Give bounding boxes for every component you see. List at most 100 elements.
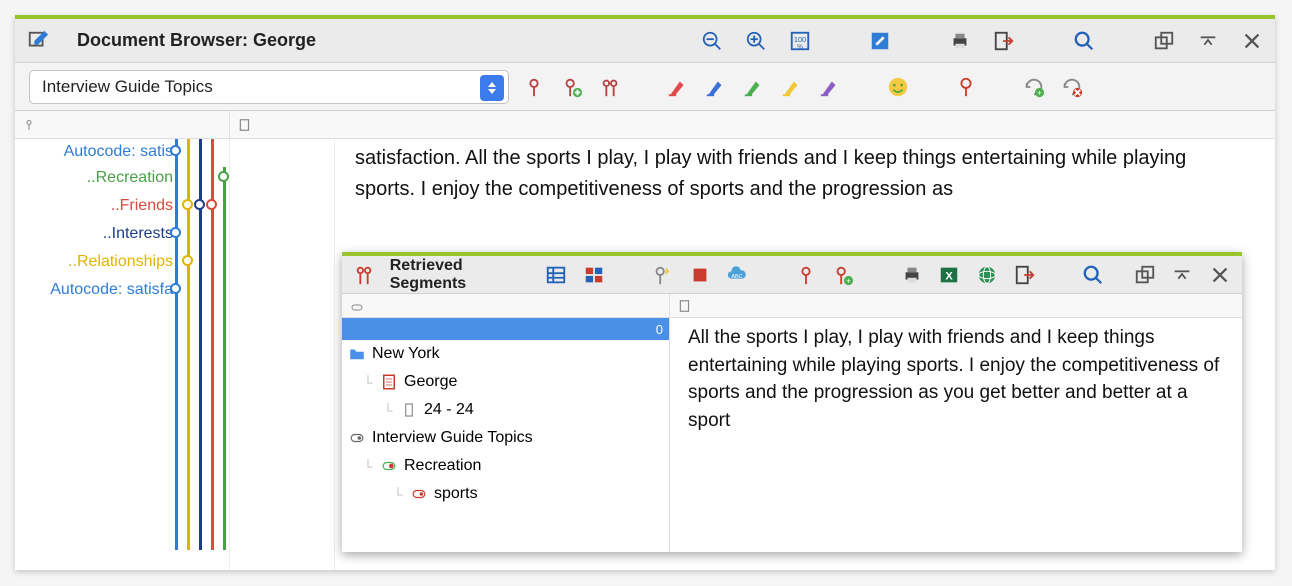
code-strip: Autocode: satis ..Recreation ..Friends .… bbox=[15, 139, 230, 570]
segments-column-header bbox=[342, 294, 1242, 318]
code-node[interactable] bbox=[206, 199, 217, 210]
pin-icon[interactable] bbox=[953, 74, 979, 100]
tree-range-label: 24 - 24 bbox=[424, 401, 474, 419]
selected-row-indicator[interactable]: 0 bbox=[342, 318, 669, 340]
window-title: Retrieved Segments bbox=[390, 257, 530, 293]
tree-branch-icon: └ bbox=[392, 487, 404, 502]
print-icon[interactable] bbox=[900, 262, 924, 288]
code-column-header[interactable] bbox=[15, 111, 230, 138]
tree-row-document[interactable]: └ George bbox=[342, 368, 669, 396]
close-icon[interactable] bbox=[1208, 262, 1232, 288]
svg-text:ABC: ABC bbox=[732, 273, 743, 279]
edit-icon[interactable] bbox=[25, 28, 51, 54]
segments-body: 0 New York └ George └ 24 - 2 bbox=[342, 318, 1242, 552]
print-icon[interactable] bbox=[947, 28, 973, 54]
code-node[interactable] bbox=[182, 255, 193, 266]
refresh-add-icon[interactable]: + bbox=[1021, 74, 1047, 100]
tree-branch-icon: └ bbox=[362, 459, 374, 474]
topic-select[interactable]: Interview Guide Topics bbox=[29, 70, 509, 104]
highlighter-green-icon[interactable] bbox=[741, 74, 767, 100]
folder-icon bbox=[348, 345, 366, 363]
maximize-icon[interactable] bbox=[1170, 262, 1194, 288]
refresh-remove-icon[interactable] bbox=[1059, 74, 1085, 100]
undock-icon[interactable] bbox=[1151, 28, 1177, 54]
tree-topic-label: Interview Guide Topics bbox=[372, 429, 533, 447]
tree-branch-icon: └ bbox=[382, 403, 394, 418]
tree-code-label: Recreation bbox=[404, 457, 481, 475]
code-label[interactable]: ..Recreation bbox=[87, 169, 173, 187]
tree-subcode-label: sports bbox=[434, 485, 478, 503]
export-icon[interactable] bbox=[1013, 262, 1037, 288]
document-browser-titlebar: Document Browser: George 100% bbox=[15, 19, 1275, 63]
code-node[interactable] bbox=[182, 199, 193, 210]
document-icon bbox=[380, 373, 398, 391]
tree-row-code[interactable]: └ Recreation bbox=[342, 452, 669, 480]
svg-text:+: + bbox=[846, 276, 851, 285]
text-column-header[interactable] bbox=[670, 294, 1242, 317]
highlighter-red-icon[interactable] bbox=[665, 74, 691, 100]
highlighter-yellow-icon[interactable] bbox=[779, 74, 805, 100]
close-icon[interactable] bbox=[1239, 28, 1265, 54]
tree-folder-label: New York bbox=[372, 345, 440, 363]
emoji-icon[interactable] bbox=[885, 74, 911, 100]
excel-icon[interactable]: X bbox=[937, 262, 961, 288]
edit-mode-icon[interactable] bbox=[867, 28, 893, 54]
undock-icon[interactable] bbox=[1133, 262, 1157, 288]
code-label[interactable]: Autocode: satis bbox=[64, 143, 173, 161]
code-node[interactable] bbox=[170, 227, 181, 238]
tree-document-label: George bbox=[404, 373, 457, 391]
search-icon[interactable] bbox=[1081, 262, 1105, 288]
code-label[interactable]: Autocode: satisfa bbox=[50, 281, 173, 299]
window-title: Document Browser: George bbox=[77, 30, 316, 51]
code-link-icon[interactable] bbox=[597, 74, 623, 100]
tree-branch-icon: └ bbox=[362, 375, 374, 390]
tree-row-topic[interactable]: Interview Guide Topics bbox=[342, 424, 669, 452]
svg-text:%: % bbox=[797, 43, 803, 50]
code-icon[interactable] bbox=[521, 74, 547, 100]
memo-column-header[interactable] bbox=[230, 111, 1275, 138]
subcode-icon bbox=[410, 485, 428, 503]
zoom-out-icon[interactable] bbox=[699, 28, 725, 54]
document-browser-toolbar: Interview Guide Topics + bbox=[15, 63, 1275, 111]
tree-row-subcode[interactable]: └ sports bbox=[342, 480, 669, 508]
memo-column bbox=[230, 139, 335, 570]
selected-count: 0 bbox=[656, 322, 663, 337]
highlighter-purple-icon[interactable] bbox=[817, 74, 843, 100]
code-node[interactable] bbox=[194, 199, 205, 210]
code-add-icon[interactable] bbox=[559, 74, 585, 100]
matrix-icon[interactable] bbox=[582, 262, 606, 288]
tree-row-folder[interactable]: New York bbox=[342, 340, 669, 368]
svg-text:X: X bbox=[946, 270, 954, 282]
segment-text[interactable]: All the sports I play, I play with frien… bbox=[670, 318, 1242, 552]
topic-icon bbox=[348, 429, 366, 447]
stop-icon[interactable] bbox=[688, 262, 712, 288]
code-node[interactable] bbox=[218, 171, 229, 182]
word-cloud-icon[interactable]: ABC bbox=[726, 262, 750, 288]
code-label[interactable]: ..Friends bbox=[111, 197, 173, 215]
maximize-icon[interactable] bbox=[1195, 28, 1221, 54]
origin-column-header[interactable] bbox=[342, 294, 670, 317]
zoom-100-icon[interactable]: 100% bbox=[787, 28, 813, 54]
tree-row-range[interactable]: └ 24 - 24 bbox=[342, 396, 669, 424]
svg-text:+: + bbox=[1037, 88, 1042, 97]
retrieved-segments-titlebar: Retrieved Segments ABC + X bbox=[342, 256, 1242, 294]
code-label[interactable]: ..Relationships bbox=[68, 253, 173, 271]
smart-code-icon[interactable] bbox=[650, 262, 674, 288]
code-node[interactable] bbox=[170, 145, 181, 156]
table-view-icon[interactable] bbox=[544, 262, 568, 288]
code-single-icon[interactable] bbox=[794, 262, 818, 288]
zoom-in-icon[interactable] bbox=[743, 28, 769, 54]
code-label[interactable]: ..Interests bbox=[103, 225, 173, 243]
code-add-icon[interactable]: + bbox=[831, 262, 855, 288]
web-icon[interactable] bbox=[975, 262, 999, 288]
export-icon[interactable] bbox=[991, 28, 1017, 54]
search-icon[interactable] bbox=[1071, 28, 1097, 54]
retrieved-segments-window: Retrieved Segments ABC + X bbox=[342, 252, 1242, 552]
highlighter-blue-icon[interactable] bbox=[703, 74, 729, 100]
code-on-icon bbox=[380, 457, 398, 475]
segment-codes-icon[interactable] bbox=[352, 262, 376, 288]
select-chevron-icon bbox=[480, 75, 504, 101]
doc-column-header bbox=[15, 111, 1275, 139]
topic-select-value: Interview Guide Topics bbox=[42, 77, 213, 97]
code-node[interactable] bbox=[170, 283, 181, 294]
